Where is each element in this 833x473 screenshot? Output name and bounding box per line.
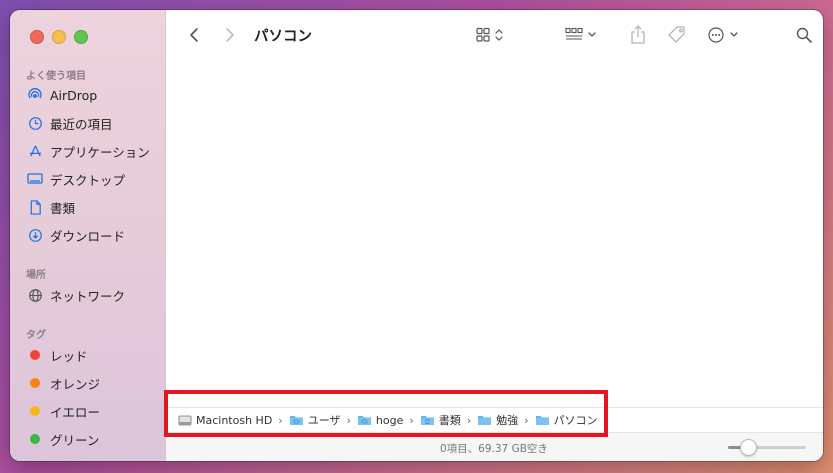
group-icon — [565, 27, 596, 40]
minimize-button[interactable] — [52, 30, 66, 44]
sidebar: よく使う項目 AirDrop 最近の項目 アプリケーション デスクトップ 書類 … — [10, 10, 166, 461]
sidebar-item-tag-green[interactable]: グリーン — [26, 428, 99, 450]
sidebar-item-desktop[interactable]: デスクトップ — [26, 168, 125, 190]
sidebar-item-tag-red[interactable]: レッド — [26, 344, 88, 366]
sidebar-item-tag-orange[interactable]: オレンジ — [26, 372, 100, 394]
tag-button[interactable] — [666, 23, 688, 47]
group-button[interactable] — [564, 23, 602, 47]
back-button[interactable] — [184, 23, 204, 47]
zoom-button[interactable] — [74, 30, 88, 44]
close-button[interactable] — [30, 30, 44, 44]
action-button[interactable] — [706, 23, 744, 47]
search-button[interactable] — [794, 23, 814, 47]
sidebar-item-tag-yellow[interactable]: イエロー — [26, 400, 100, 422]
desktop-icon — [26, 170, 44, 188]
airdrop-icon — [26, 86, 44, 104]
icon-view-icon — [476, 27, 503, 42]
sidebar-item-label: 書類 — [50, 200, 76, 216]
forward-button[interactable] — [220, 23, 240, 47]
applications-icon — [26, 142, 44, 160]
sidebar-item-label: レッド — [50, 348, 88, 364]
sidebar-section-tags: タグ — [26, 330, 46, 341]
tag-green-icon — [30, 434, 40, 444]
sidebar-section-favorites: よく使う項目 — [26, 71, 86, 82]
slider-knob[interactable] — [739, 439, 757, 456]
share-icon — [631, 25, 645, 44]
sidebar-item-label: 最近の項目 — [50, 116, 113, 132]
tag-red-icon — [30, 350, 40, 360]
tag-icon-wrapper — [26, 346, 44, 364]
download-icon — [26, 226, 44, 244]
sidebar-item-label: グリーン — [50, 432, 100, 448]
sidebar-item-label: ダウンロード — [50, 228, 126, 244]
toolbar: パソコン — [166, 10, 823, 60]
annotation-highlight-box — [164, 390, 608, 437]
tag-icon — [668, 26, 685, 43]
globe-icon — [26, 286, 44, 304]
tag-icon-wrapper — [26, 374, 44, 392]
window-title: パソコン — [254, 29, 312, 45]
sidebar-item-label: イエロー — [50, 404, 100, 420]
chevron-right-icon — [226, 28, 234, 42]
sidebar-section-locations: 場所 — [26, 270, 46, 281]
chevron-left-icon — [190, 28, 198, 42]
sidebar-item-documents[interactable]: 書類 — [26, 196, 75, 218]
tag-icon-wrapper — [26, 402, 44, 420]
search-icon — [796, 27, 812, 43]
sidebar-item-label: AirDrop — [50, 87, 98, 103]
sidebar-item-label: オレンジ — [50, 376, 101, 392]
sidebar-item-network[interactable]: ネットワーク — [26, 284, 125, 306]
sidebar-item-label: アプリケーション — [50, 144, 150, 160]
sidebar-item-recents[interactable]: 最近の項目 — [26, 112, 113, 134]
tag-orange-icon — [30, 378, 40, 388]
sidebar-item-label: デスクトップ — [50, 172, 126, 188]
sidebar-item-downloads[interactable]: ダウンロード — [26, 224, 125, 246]
clock-icon — [26, 114, 44, 132]
ellipsis-circle-icon — [708, 27, 738, 43]
window-controls — [30, 30, 88, 44]
sidebar-item-applications[interactable]: アプリケーション — [26, 140, 150, 162]
tag-icon-wrapper — [26, 430, 44, 448]
sidebar-item-airdrop[interactable]: AirDrop — [26, 84, 97, 106]
sidebar-item-label: ネットワーク — [50, 288, 126, 304]
status-text: 0項目、69.37 GB空き — [440, 443, 548, 455]
document-icon — [26, 198, 44, 216]
tag-yellow-icon — [30, 406, 40, 416]
share-button[interactable] — [628, 23, 648, 47]
view-mode-button[interactable] — [474, 23, 510, 47]
